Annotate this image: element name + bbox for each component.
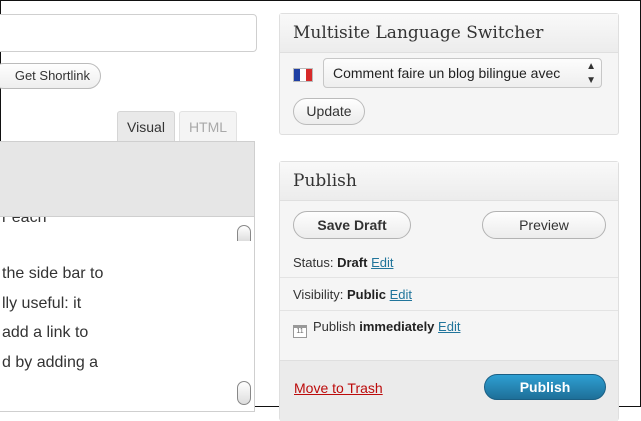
tab-html[interactable]: HTML [179,111,237,141]
visibility-label: Visibility: [293,287,344,302]
schedule-edit-link[interactable]: Edit [438,319,460,334]
language-switcher-title: Multisite Language Switcher [280,14,618,53]
calendar-icon: 11 [293,325,307,338]
schedule-label: Publish [313,319,356,334]
editor-text-line: d by adding a [2,354,99,371]
language-select[interactable]: Comment faire un blog bilingue avec ▲ ▼ [323,58,602,88]
editor-toolbar [0,141,255,217]
french-flag-icon [293,68,313,82]
tab-visual[interactable]: Visual [117,111,175,141]
publish-title: Publish [280,162,618,201]
update-button[interactable]: Update [293,98,365,125]
editor-text-line: r each [2,217,47,226]
editor-scrollbar[interactable] [235,221,253,411]
language-switcher-box: Multisite Language Switcher Comment fair… [279,13,619,135]
visibility-value: Public [346,287,386,302]
scroll-up-button[interactable] [237,225,251,241]
schedule-row: 11 Publish immediately Edit [293,319,460,338]
post-title-input[interactable] [0,14,257,52]
publish-box: Publish Save Draft Preview Status: Draft… [279,161,619,421]
divider [280,310,618,311]
get-shortlink-button[interactable]: Get Shortlink [0,63,101,89]
publish-button[interactable]: Publish [484,374,606,400]
screenshot-frame: Get Shortlink Visual HTML r each the sid… [0,0,641,421]
editor-text-line: the side bar to [2,265,104,282]
language-select-value: Comment faire un blog bilingue avec [333,65,561,81]
editor-text-line: add a link to [2,324,89,341]
preview-button[interactable]: Preview [482,211,606,239]
select-arrows-icon: ▲ ▼ [586,61,596,86]
schedule-value: immediately [359,319,435,334]
save-draft-button[interactable]: Save Draft [293,211,411,239]
scroll-thumb[interactable] [237,381,251,405]
status-label: Status: [293,255,334,270]
status-edit-link[interactable]: Edit [371,255,393,270]
visibility-edit-link[interactable]: Edit [390,287,412,302]
move-to-trash-link[interactable]: Move to Trash [294,380,383,396]
editor-content-area[interactable]: r each the side bar to lly useful: it ad… [0,217,255,412]
status-value: Draft [337,255,368,270]
visibility-row: Visibility: Public Edit [293,287,412,302]
divider [280,277,618,278]
status-row: Status: Draft Edit [293,255,393,270]
editor-text-line: lly useful: it [2,295,82,312]
